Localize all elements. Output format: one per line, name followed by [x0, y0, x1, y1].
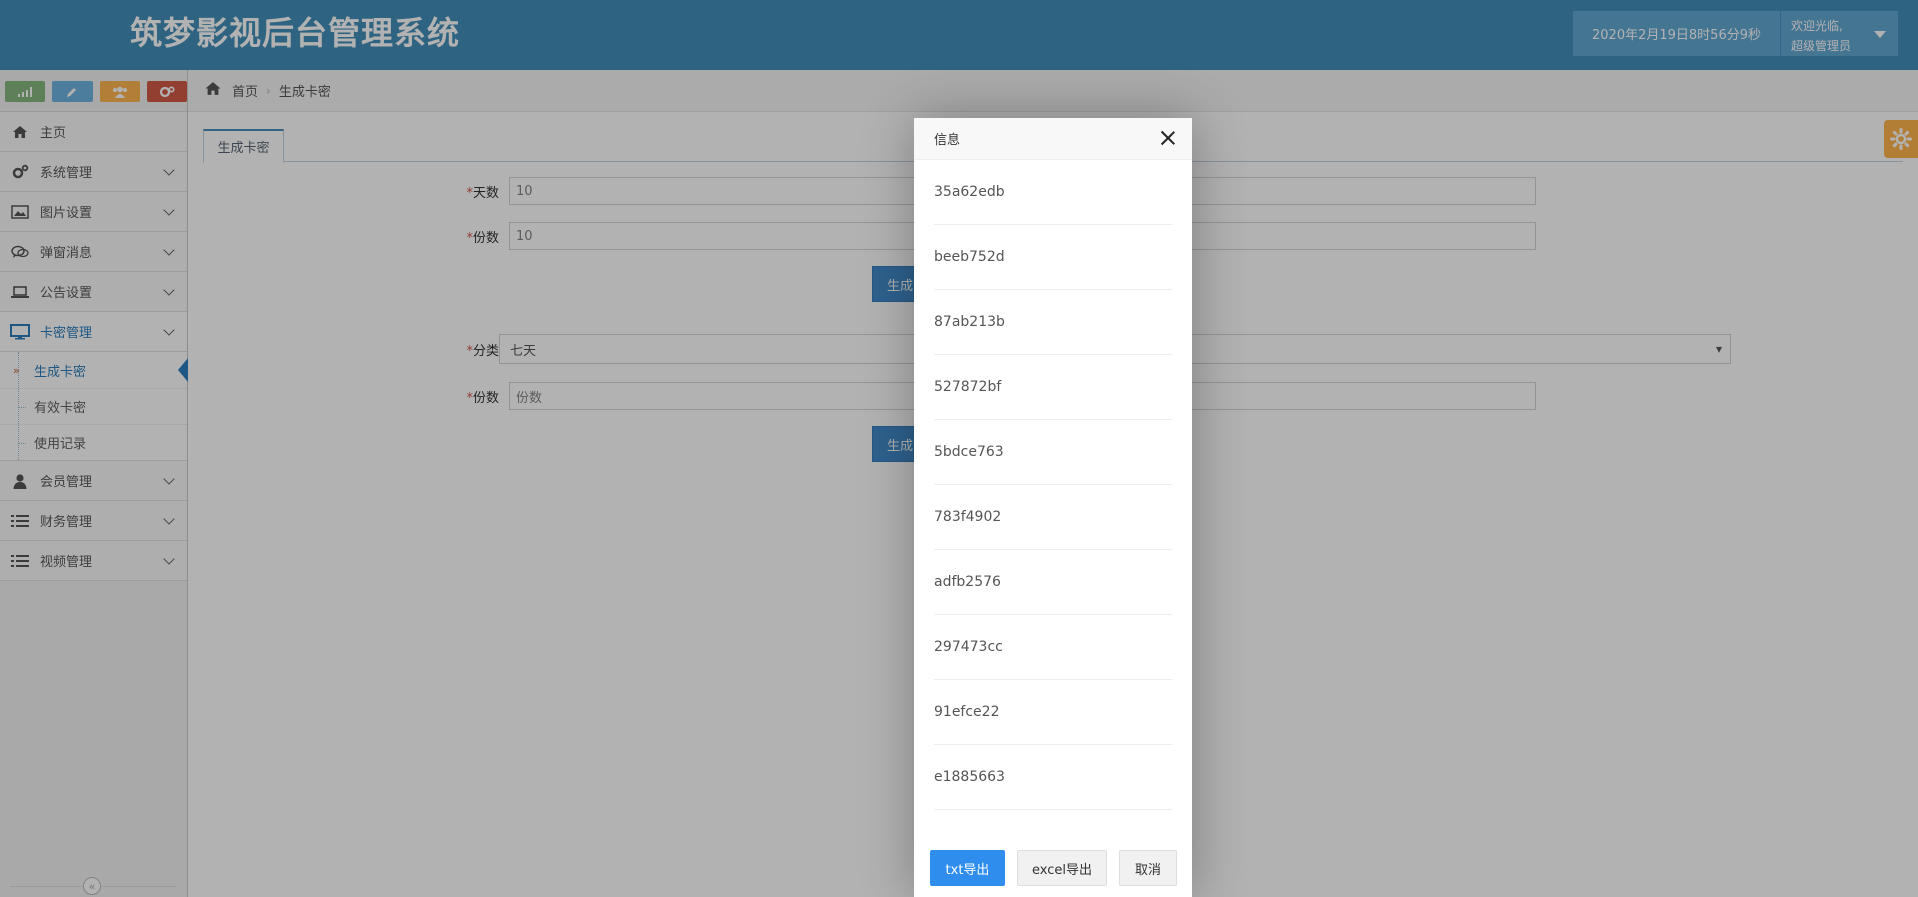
dialog-header: 信息: [914, 118, 1192, 160]
list-item: 783f4902: [934, 485, 1172, 550]
list-item: 527872bf: [934, 355, 1172, 420]
card-code-list: 35a62edb beeb752d 87ab213b 527872bf 5bdc…: [914, 160, 1192, 810]
info-dialog: 信息 35a62edb beeb752d 87ab213b 527872bf 5…: [914, 118, 1192, 897]
close-icon[interactable]: [1160, 130, 1176, 146]
list-item: 5bdce763: [934, 420, 1172, 485]
list-item: 35a62edb: [934, 160, 1172, 225]
cancel-button[interactable]: 取消: [1119, 850, 1177, 886]
dialog-title: 信息: [934, 133, 961, 148]
list-item: 87ab213b: [934, 290, 1172, 355]
list-item: e1885663: [934, 745, 1172, 810]
list-item: 297473cc: [934, 615, 1172, 680]
list-item: adfb2576: [934, 550, 1172, 615]
txt-export-button[interactable]: txt导出: [930, 850, 1005, 886]
list-item: 91efce22: [934, 680, 1172, 745]
dialog-footer: txt导出 excel导出 取消: [914, 837, 1192, 897]
excel-export-button[interactable]: excel导出: [1017, 850, 1107, 886]
list-item: beeb752d: [934, 225, 1172, 290]
